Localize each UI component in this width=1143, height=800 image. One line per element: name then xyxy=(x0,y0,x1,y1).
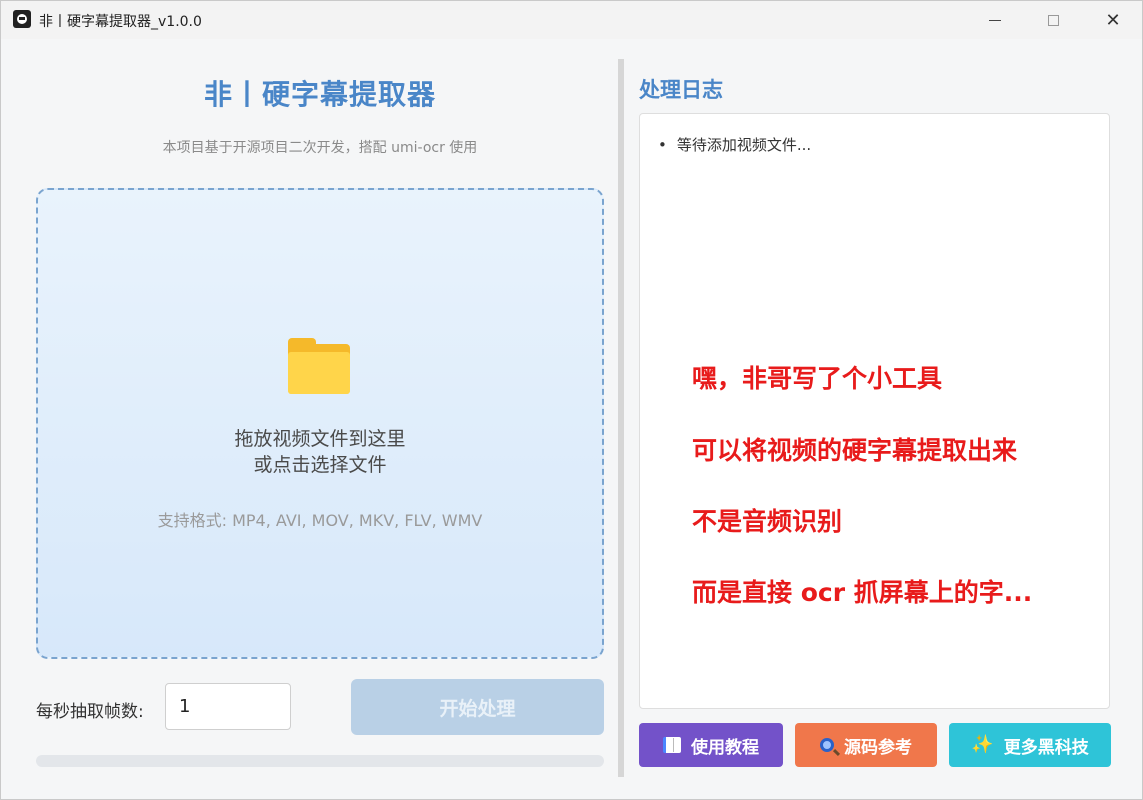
sparkles-icon: ✨ xyxy=(971,734,994,755)
page-title: 非丨硬字幕提取器 xyxy=(203,78,436,111)
source-button[interactable]: 源码参考 xyxy=(795,723,937,767)
app-window: 非丨硬字幕提取器_v1.0.0 ✕ 非丨硬字幕提取器 本项目基于开源项目二次开发… xyxy=(0,0,1143,800)
source-label: 源码参考 xyxy=(844,737,912,758)
fps-input[interactable] xyxy=(165,683,291,730)
minimize-icon xyxy=(989,19,1001,21)
log-entry: 等待添加视频文件... xyxy=(658,134,811,155)
file-dropzone[interactable]: 拖放视频文件到这里 或点击选择文件 支持格式: MP4, AVI, MOV, M… xyxy=(36,188,604,659)
close-icon: ✕ xyxy=(1105,9,1121,31)
progress-bar xyxy=(36,755,604,767)
close-button[interactable]: ✕ xyxy=(1084,1,1142,39)
tutorial-button[interactable]: 使用教程 xyxy=(639,723,783,767)
panel-splitter[interactable] xyxy=(618,59,624,777)
supported-formats: 支持格式: MP4, AVI, MOV, MKV, FLV, WMV xyxy=(157,511,483,530)
more-tech-button[interactable]: ✨ 更多黑科技 xyxy=(949,723,1111,767)
book-icon xyxy=(663,737,681,753)
maximize-icon xyxy=(1047,14,1059,26)
window-title: 非丨硬字幕提取器_v1.0.0 xyxy=(39,14,202,30)
title-bar: 非丨硬字幕提取器_v1.0.0 ✕ xyxy=(1,1,1142,39)
log-panel: 等待添加视频文件... xyxy=(639,113,1110,709)
minimize-button[interactable] xyxy=(966,1,1024,39)
maximize-button[interactable] xyxy=(1024,1,1082,39)
folder-icon xyxy=(288,338,350,394)
dropzone-select-hint: 或点击选择文件 xyxy=(253,454,387,476)
overlay-caption-2: 可以将视频的硬字幕提取出来 xyxy=(692,436,1018,465)
log-list: 等待添加视频文件... xyxy=(658,134,811,155)
start-button[interactable]: 开始处理 xyxy=(351,679,604,735)
overlay-caption-3: 不是音频识别 xyxy=(692,507,843,536)
overlay-caption-1: 嘿，非哥写了个小工具 xyxy=(692,364,943,393)
magnifier-icon xyxy=(820,738,834,752)
dropzone-hint: 拖放视频文件到这里 xyxy=(234,428,406,450)
tutorial-label: 使用教程 xyxy=(691,737,759,758)
page-subtitle: 本项目基于开源项目二次开发，搭配 umi-ocr 使用 xyxy=(162,140,478,156)
log-title: 处理日志 xyxy=(639,78,723,102)
app-logo-icon xyxy=(13,10,31,28)
more-tech-label: 更多黑科技 xyxy=(1003,737,1089,758)
fps-label: 每秒抽取帧数: xyxy=(36,702,144,722)
overlay-caption-4: 而是直接 ocr 抓屏幕上的字... xyxy=(692,578,1033,607)
